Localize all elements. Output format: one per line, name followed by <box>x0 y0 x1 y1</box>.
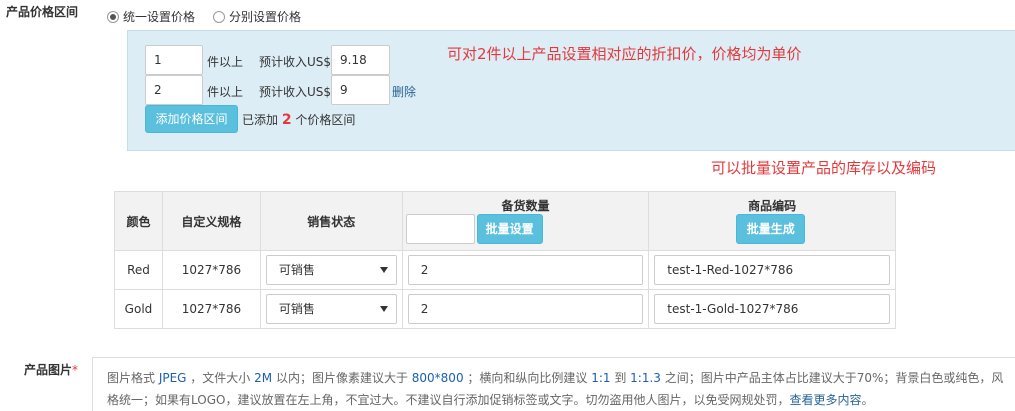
image-guidelines-box: 图片格式 JPEG ，文件大小 2M 以内；图片像素建议大于 800*800 ；… <box>92 357 1015 411</box>
status-select[interactable]: 可销售 <box>265 255 397 285</box>
row-color: Red <box>114 250 163 290</box>
radio-checked-icon[interactable] <box>107 10 119 23</box>
tier-count-suffix: 个价格区间 <box>295 113 356 127</box>
guide-text: 格统一；如果有LOGO，建议放置在左上角，不宜过大。不建议自行添加促销标签或文字… <box>107 393 790 407</box>
guide-text: 图片格式 <box>107 371 159 385</box>
guide-ratio-min: 1:1 <box>591 371 611 385</box>
row-status-cell: 可销售 <box>259 250 403 290</box>
guide-text: ，文件大小 <box>186 371 255 385</box>
batch-stock-input[interactable] <box>405 214 475 244</box>
code-input[interactable]: test-1-Gold-1027*786 <box>654 294 890 324</box>
tier-delete-link[interactable]: 删除 <box>392 83 416 100</box>
code-input[interactable]: test-1-Red-1027*786 <box>654 255 890 285</box>
table-row: Red 1027*786 可销售 2 test-1-Red-1027*786 <box>114 250 896 290</box>
guide-text: ；横向和纵向比例建议 <box>463 371 592 385</box>
guide-size: 2M <box>254 371 273 385</box>
header-status: 销售状态 <box>259 191 403 251</box>
row-stock-cell: 2 <box>401 289 650 329</box>
sku-table: 颜色 自定义规格 销售状态 备货数量 批量设置 商品编码 批量生成 Red 10… <box>114 191 896 329</box>
guide-format: JPEG <box>158 371 187 385</box>
header-stock: 备货数量 批量设置 <box>401 191 650 251</box>
sku-table-header: 颜色 自定义规格 销售状态 备货数量 批量设置 商品编码 批量生成 <box>114 191 896 251</box>
chevron-down-icon <box>379 267 388 273</box>
row-status-cell: 可销售 <box>259 289 403 329</box>
guide-text: 。 <box>861 393 874 407</box>
price-section-label: 产品价格区间 <box>6 5 79 19</box>
header-stock-label: 备货数量 <box>501 199 550 213</box>
tier-qty-input[interactable]: 1 <box>145 45 203 75</box>
price-annotation: 可对2件以上产品设置相对应的折扣价，价格均为单价 <box>447 45 802 63</box>
guide-text: 以内；图片像素建议大于 <box>272 371 412 385</box>
row-code-cell: test-1-Red-1027*786 <box>648 250 896 290</box>
row-stock-cell: 2 <box>401 250 650 290</box>
guide-text: 到 <box>610 371 631 385</box>
radio-separate-label: 分别设置价格 <box>229 10 302 24</box>
radio-unified-label: 统一设置价格 <box>123 10 196 24</box>
guide-pixels: 800*800 <box>411 371 464 385</box>
tier-price-input[interactable]: 9 <box>331 75 390 105</box>
guide-text: 之间；图片中产品主体占比建议大于70%；背景白色或纯色，风 <box>660 371 1004 385</box>
add-price-tier-button[interactable]: 添加价格区间 <box>145 105 238 133</box>
see-more-link[interactable]: 查看更多内容 <box>789 393 861 407</box>
tier-count-prefix: 已添加 <box>242 113 279 127</box>
row-color: Gold <box>114 289 163 329</box>
image-guidelines-line2: 格统一；如果有LOGO，建议放置在左上角，不宜过大。不建议自行添加促销标签或文字… <box>107 389 1007 411</box>
table-row: Gold 1027*786 可销售 2 test-1-Gold-1027*786 <box>114 289 896 329</box>
header-color: 颜色 <box>114 191 163 251</box>
tier-qty-suffix: 件以上 <box>207 55 244 69</box>
radio-unified-price[interactable]: 统一设置价格 <box>107 8 195 25</box>
status-select-value: 可销售 <box>278 302 315 316</box>
tier-income-label: 预计收入US$ <box>259 85 332 99</box>
image-section-label: 产品图片* <box>24 361 78 378</box>
header-spec: 自定义规格 <box>161 191 261 251</box>
row-spec: 1027*786 <box>161 250 261 290</box>
tier-qty-suffix: 件以上 <box>207 85 244 99</box>
radio-separate-price[interactable]: 分别设置价格 <box>213 8 301 25</box>
header-code-label: 商品编码 <box>748 199 797 213</box>
tier-income-label: 预计收入US$ <box>259 55 332 69</box>
batch-set-button[interactable]: 批量设置 <box>476 214 543 244</box>
image-section-label-text: 产品图片 <box>24 363 73 377</box>
inventory-annotation: 可以批量设置产品的库存以及编码 <box>711 159 937 177</box>
batch-generate-button[interactable]: 批量生成 <box>736 214 806 244</box>
chevron-down-icon <box>379 306 388 312</box>
row-code-cell: test-1-Gold-1027*786 <box>648 289 896 329</box>
radio-unchecked-icon[interactable] <box>213 10 225 23</box>
status-select[interactable]: 可销售 <box>265 294 397 324</box>
stock-input[interactable]: 2 <box>407 255 644 285</box>
tier-qty-input[interactable]: 2 <box>145 75 203 105</box>
tier-count-number: 2 <box>281 112 292 128</box>
tier-price-input[interactable]: 9.18 <box>331 45 390 75</box>
image-guidelines-line1: 图片格式 JPEG ，文件大小 2M 以内；图片像素建议大于 800*800 ；… <box>107 367 1007 389</box>
status-select-value: 可销售 <box>278 263 315 277</box>
tier-count-text: 已添加 2 个价格区间 <box>242 111 355 128</box>
header-code: 商品编码 批量生成 <box>648 191 896 251</box>
row-spec: 1027*786 <box>161 289 261 329</box>
required-mark: * <box>72 363 79 377</box>
stock-input[interactable]: 2 <box>407 294 644 324</box>
guide-ratio-max: 1:1.3 <box>630 371 661 385</box>
